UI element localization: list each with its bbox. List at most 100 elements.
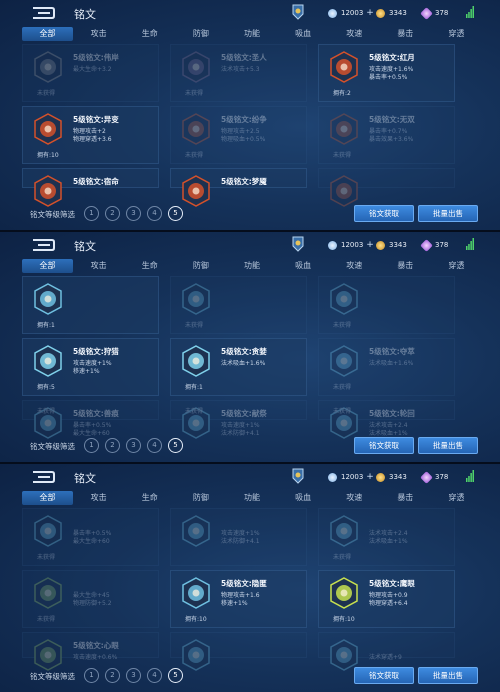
inscription-name: 5级铭文:夺萃 <box>369 347 415 356</box>
rank-badge-icon[interactable] <box>292 468 304 484</box>
tab-5[interactable]: 吸血 <box>278 491 329 505</box>
tab-2[interactable]: 生命 <box>124 491 175 505</box>
add-gold-icon[interactable]: + <box>366 240 374 250</box>
back-icon[interactable] <box>30 238 56 252</box>
stat-line-1: 法术穿透+9 <box>369 654 402 661</box>
owned-count: 未获得 <box>37 90 56 97</box>
inscription-card[interactable] <box>318 168 455 207</box>
level-filter-2[interactable]: 2 <box>105 438 120 453</box>
inscription-card[interactable]: 5级铭文:圣人 法术攻击+5.3 未获得 <box>170 44 307 102</box>
top-bar: 铭文 12003 + 3343 378 <box>0 464 500 490</box>
inscription-card[interactable]: 5级铭文:无双 暴击率+0.7% 暴击效果+3.6% 未获得 <box>318 106 455 164</box>
tab-7[interactable]: 暴击 <box>380 27 431 41</box>
back-icon[interactable] <box>30 6 56 20</box>
inscription-card[interactable]: 5级铭文:异变 物理攻击+2 物理穿透+3.6 拥有:10 <box>22 106 159 164</box>
inscription-card[interactable]: 暴击率+0.5% 最大生命+60 未获得 <box>22 508 159 566</box>
inscription-card[interactable]: 未获得 <box>318 276 455 334</box>
inscription-name: 5级铭文:红月 <box>369 53 415 62</box>
tab-2[interactable]: 生命 <box>124 259 175 273</box>
inscription-card[interactable]: 5级铭文:贪婪 法术吸血+1.6% 拥有:1 <box>170 338 307 396</box>
tab-3[interactable]: 防御 <box>175 27 226 41</box>
stat-line-2: 法术吸血+1% <box>369 538 408 545</box>
level-filter-1[interactable]: 1 <box>84 668 99 683</box>
tab-6[interactable]: 攻速 <box>329 491 380 505</box>
inscription-card[interactable] <box>170 632 307 671</box>
inscription-name: 5级铭文:狩猎 <box>73 347 119 356</box>
inscription-card[interactable]: 5级铭文:心眼 攻击速度+0.6% <box>22 632 159 671</box>
owned-count: 拥有:10 <box>185 616 207 623</box>
inscription-card[interactable]: 5级铭文:夺萃 法术吸血+1.6% 未获得 <box>318 338 455 396</box>
inscription-gem-icon <box>182 345 210 377</box>
tab-0[interactable]: 全部 <box>22 259 74 273</box>
add-gold-icon[interactable]: + <box>366 8 374 18</box>
inscription-card[interactable]: 5级铭文:隐匿 物理攻击+1.6 移速+1% 拥有:10 <box>170 570 307 628</box>
tab-6[interactable]: 攻速 <box>329 27 380 41</box>
inscription-card[interactable]: 5级铭文:鹰眼 物理攻击+0.9 物理穿透+6.4 拥有:10 <box>318 570 455 628</box>
inscription-card[interactable]: 法术穿透+9 <box>318 632 455 671</box>
tab-1[interactable]: 攻击 <box>73 27 124 41</box>
tab-2[interactable]: 生命 <box>124 27 175 41</box>
inscription-card[interactable]: 未获得 <box>170 276 307 334</box>
level-filter-4[interactable]: 4 <box>147 668 162 683</box>
level-filter-5[interactable]: 5 <box>168 206 183 221</box>
inscription-card[interactable]: 5级铭文:宿命 <box>22 168 159 207</box>
level-filter-4[interactable]: 4 <box>147 438 162 453</box>
level-filter-5[interactable]: 5 <box>168 668 183 683</box>
inscription-card[interactable]: 最大生命+45 物理防御+5.2 未获得 <box>22 570 159 628</box>
inscription-card[interactable]: 5级铭文:纷争 物理攻击+2.5 物理吸血+0.5% 未获得 <box>170 106 307 164</box>
rank-badge-icon[interactable] <box>292 236 304 252</box>
bulk-sell-button[interactable]: 批量出售 <box>418 667 478 684</box>
inscription-card[interactable]: 5级铭文:献祭 攻击速度+1% 法术防御+4.1 未获得 <box>170 400 307 439</box>
bulk-sell-button[interactable]: 批量出售 <box>418 205 478 222</box>
inscription-card[interactable]: 5级铭文:梦魇 <box>170 168 307 207</box>
tab-7[interactable]: 暴击 <box>380 491 431 505</box>
gem-amount: 378 <box>435 241 449 249</box>
inscription-card[interactable]: 5级铭文:红月 攻击速度+1.6% 暴击率+0.5% 拥有:2 <box>318 44 455 102</box>
tab-4[interactable]: 功能 <box>226 27 277 41</box>
tab-5[interactable]: 吸血 <box>278 27 329 41</box>
gold-icon <box>328 8 337 18</box>
obtain-inscription-button[interactable]: 铭文获取 <box>354 667 414 684</box>
page-title: 铭文 <box>74 472 96 485</box>
tab-3[interactable]: 防御 <box>175 259 226 273</box>
rank-badge-icon[interactable] <box>292 4 304 20</box>
obtain-inscription-button[interactable]: 铭文获取 <box>354 437 414 454</box>
obtain-inscription-button[interactable]: 铭文获取 <box>354 205 414 222</box>
back-icon[interactable] <box>30 470 56 484</box>
stat-line-1: 法术吸血+1.6% <box>369 360 414 367</box>
level-filter-2[interactable]: 2 <box>105 206 120 221</box>
tab-5[interactable]: 吸血 <box>278 259 329 273</box>
tab-0[interactable]: 全部 <box>22 27 74 41</box>
level-filter-5[interactable]: 5 <box>168 438 183 453</box>
level-filter-2[interactable]: 2 <box>105 668 120 683</box>
inscription-card[interactable]: 5级铭文:轮回 法术攻击+2.4 法术吸血+1% 未获得 <box>318 400 455 439</box>
level-filter-1[interactable]: 1 <box>84 438 99 453</box>
bulk-sell-button[interactable]: 批量出售 <box>418 437 478 454</box>
tab-4[interactable]: 功能 <box>226 259 277 273</box>
inscription-card[interactable]: 法术攻击+2.4 法术吸血+1% 未获得 <box>318 508 455 566</box>
tab-1[interactable]: 攻击 <box>73 491 124 505</box>
level-filter-3[interactable]: 3 <box>126 668 141 683</box>
inscription-card[interactable]: 5级铭文:伟岸 最大生命+3.2 未获得 <box>22 44 159 102</box>
level-filter-1[interactable]: 1 <box>84 206 99 221</box>
stat-line-2: 最大生命+60 <box>73 538 110 545</box>
gem-amount: 378 <box>435 473 449 481</box>
inscription-card[interactable]: 5级铭文:狩猎 攻击速度+1% 移速+1% 拥有:5 <box>22 338 159 396</box>
inscription-card[interactable]: 5级铭文:兽痕 暴击率+0.5% 最大生命+60 未获得 <box>22 400 159 439</box>
inscription-card[interactable]: 拥有:1 <box>22 276 159 334</box>
tab-4[interactable]: 功能 <box>226 491 277 505</box>
tab-8[interactable]: 穿透 <box>431 27 482 41</box>
level-filter-3[interactable]: 3 <box>126 206 141 221</box>
tab-7[interactable]: 暴击 <box>380 259 431 273</box>
add-gold-icon[interactable]: + <box>366 472 374 482</box>
tab-8[interactable]: 穿透 <box>431 491 482 505</box>
tab-0[interactable]: 全部 <box>22 491 74 505</box>
coupon-amount: 3343 <box>389 473 407 481</box>
inscription-card[interactable]: 攻击速度+1% 法术防御+4.1 <box>170 508 307 566</box>
tab-1[interactable]: 攻击 <box>73 259 124 273</box>
tab-8[interactable]: 穿透 <box>431 259 482 273</box>
level-filter-4[interactable]: 4 <box>147 206 162 221</box>
level-filter-3[interactable]: 3 <box>126 438 141 453</box>
tab-3[interactable]: 防御 <box>175 491 226 505</box>
tab-6[interactable]: 攻速 <box>329 259 380 273</box>
